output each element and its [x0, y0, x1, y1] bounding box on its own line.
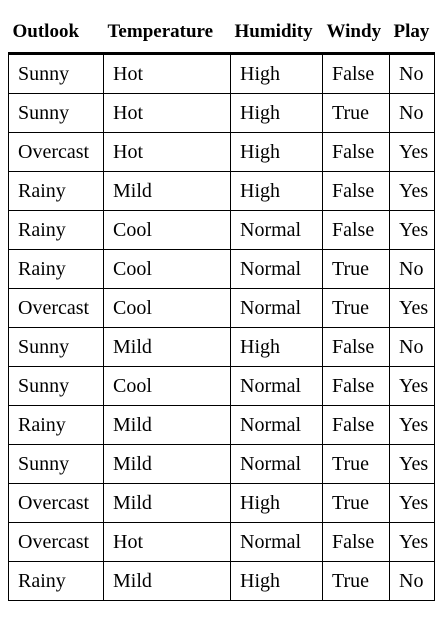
play-cell: No [389, 249, 435, 289]
outlook-cell: Rainy [8, 249, 104, 289]
weather-play-table: Outlook Temperature Humidity Windy Play … [8, 12, 435, 601]
temperature-cell: Hot [103, 132, 231, 172]
temperature-cell: Cool [103, 249, 231, 289]
table-row: Overcast Mild High True Yes [8, 483, 435, 523]
table-row: Rainy Mild High True No [8, 561, 435, 601]
play-cell: Yes [389, 483, 435, 523]
temperature-cell: Mild [103, 405, 231, 445]
table-row: Sunny Mild Normal True Yes [8, 444, 435, 484]
outlook-cell: Sunny [8, 53, 104, 94]
header-outlook: Outlook [8, 12, 104, 55]
temperature-cell: Mild [103, 483, 231, 523]
humidity-cell: High [230, 93, 323, 133]
windy-cell: False [322, 210, 390, 250]
outlook-cell: Rainy [8, 561, 104, 601]
humidity-cell: Normal [230, 249, 323, 289]
play-cell: Yes [389, 171, 435, 211]
temperature-cell: Mild [103, 444, 231, 484]
table-row: Rainy Cool Normal True No [8, 249, 435, 289]
table-body: Sunny Hot High False No Sunny Hot High True No Ove… [8, 53, 435, 601]
outlook-cell: Rainy [8, 171, 104, 211]
humidity-cell: Normal [230, 522, 323, 562]
temperature-cell: Cool [103, 210, 231, 250]
play-cell: Yes [389, 522, 435, 562]
humidity-cell: Normal [230, 288, 323, 328]
table-row: Sunny Hot High False No [8, 53, 435, 94]
outlook-cell: Rainy [8, 210, 104, 250]
play-cell: No [389, 53, 435, 94]
header-humidity: Humidity [230, 12, 323, 55]
table-row: Rainy Mild High False Yes [8, 171, 435, 211]
windy-cell: False [322, 405, 390, 445]
humidity-cell: High [230, 132, 323, 172]
table-row: Rainy Cool Normal False Yes [8, 210, 435, 250]
windy-cell: False [322, 53, 390, 94]
windy-cell: False [322, 366, 390, 406]
temperature-cell: Mild [103, 171, 231, 211]
humidity-cell: High [230, 483, 323, 523]
temperature-cell: Hot [103, 522, 231, 562]
humidity-cell: High [230, 327, 323, 367]
windy-cell: True [322, 561, 390, 601]
header-row: Outlook Temperature Humidity Windy Play [8, 12, 435, 55]
outlook-cell: Overcast [8, 288, 104, 328]
windy-cell: True [322, 483, 390, 523]
outlook-cell: Overcast [8, 132, 104, 172]
table-row: Overcast Hot High False Yes [8, 132, 435, 172]
humidity-cell: Normal [230, 444, 323, 484]
windy-cell: False [322, 522, 390, 562]
play-cell: No [389, 561, 435, 601]
play-cell: Yes [389, 210, 435, 250]
table-row: Overcast Cool Normal True Yes [8, 288, 435, 328]
temperature-cell: Hot [103, 53, 231, 94]
outlook-cell: Rainy [8, 405, 104, 445]
windy-cell: True [322, 444, 390, 484]
outlook-cell: Sunny [8, 327, 104, 367]
outlook-cell: Sunny [8, 366, 104, 406]
outlook-cell: Overcast [8, 483, 104, 523]
temperature-cell: Cool [103, 366, 231, 406]
temperature-cell: Mild [103, 327, 231, 367]
humidity-cell: High [230, 53, 323, 94]
temperature-cell: Cool [103, 288, 231, 328]
humidity-cell: High [230, 561, 323, 601]
header-temperature: Temperature [103, 12, 231, 55]
windy-cell: True [322, 93, 390, 133]
temperature-cell: Hot [103, 93, 231, 133]
table-row: Sunny Hot High True No [8, 93, 435, 133]
play-cell: Yes [389, 444, 435, 484]
windy-cell: True [322, 288, 390, 328]
table-row: Rainy Mild Normal False Yes [8, 405, 435, 445]
humidity-cell: Normal [230, 210, 323, 250]
play-cell: Yes [389, 132, 435, 172]
play-cell: No [389, 93, 435, 133]
table-row: Sunny Cool Normal False Yes [8, 366, 435, 406]
table-row: Sunny Mild High False No [8, 327, 435, 367]
table-header: Outlook Temperature Humidity Windy Play [8, 12, 435, 55]
table-row: Overcast Hot Normal False Yes [8, 522, 435, 562]
header-windy: Windy [322, 12, 390, 55]
play-cell: Yes [389, 366, 435, 406]
outlook-cell: Sunny [8, 444, 104, 484]
temperature-cell: Mild [103, 561, 231, 601]
windy-cell: False [322, 132, 390, 172]
header-play: Play [389, 12, 435, 55]
play-cell: Yes [389, 405, 435, 445]
humidity-cell: Normal [230, 366, 323, 406]
play-cell: Yes [389, 288, 435, 328]
outlook-cell: Sunny [8, 93, 104, 133]
windy-cell: False [322, 171, 390, 211]
play-cell: No [389, 327, 435, 367]
humidity-cell: High [230, 171, 323, 211]
windy-cell: True [322, 249, 390, 289]
humidity-cell: Normal [230, 405, 323, 445]
windy-cell: False [322, 327, 390, 367]
outlook-cell: Overcast [8, 522, 104, 562]
